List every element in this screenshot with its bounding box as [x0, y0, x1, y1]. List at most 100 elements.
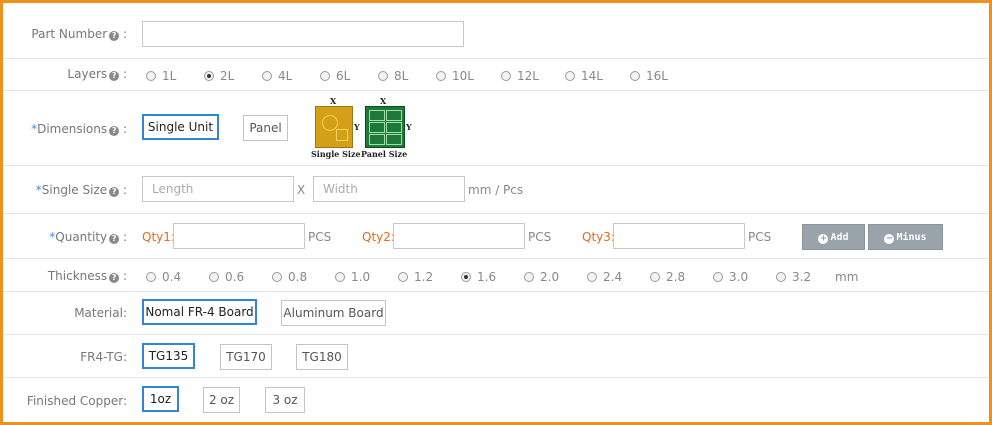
thickness-row: Thickness? : 0.4 0.6 0.8 1.0 1.2 1.6 2.0 2.4 2.8…	[3, 259, 989, 292]
minus-button[interactable]: − Minus	[868, 224, 943, 250]
thickness-radio[interactable]: 2.4	[587, 270, 622, 284]
layer-radio[interactable]: 4L	[262, 69, 292, 83]
thickness-radio-label: 2.4	[603, 270, 623, 284]
radio-circle[interactable]	[262, 71, 272, 81]
layer-radio[interactable]: 1L	[146, 69, 176, 83]
thickness-radio-label: 2.8	[666, 270, 686, 284]
radio-circle[interactable]	[630, 71, 640, 81]
fr4-tg-row: FR4-TG: TG135 TG170 TG180	[3, 335, 989, 378]
thickness-unit: mm	[835, 270, 859, 284]
qty3-input[interactable]	[613, 223, 745, 249]
copper-3oz-option[interactable]: 3 oz	[265, 387, 305, 413]
radio-circle[interactable]	[209, 272, 219, 282]
layer-radio[interactable]: 16L	[630, 69, 668, 83]
layer-radio[interactable]: 6L	[320, 69, 350, 83]
size-separator: X	[297, 183, 306, 197]
layer-radio[interactable]: 12L	[501, 69, 539, 83]
dimensions-single-unit-option[interactable]: Single Unit	[142, 114, 219, 140]
thickness-radio[interactable]: 2.8	[650, 270, 685, 284]
material-aluminum-option[interactable]: Aluminum Board	[281, 300, 386, 326]
qty1-unit: PCS	[308, 230, 332, 244]
single-pcb-shape	[315, 106, 353, 148]
width-input[interactable]: Width	[313, 176, 465, 202]
radio-circle[interactable]	[335, 272, 345, 282]
thickness-radio-label: 0.6	[225, 270, 245, 284]
quantity-label: *Quantity? :	[49, 230, 127, 244]
layer-radio-label: 6L	[336, 69, 351, 83]
thickness-radio[interactable]: 3.0	[713, 270, 748, 284]
thickness-radio[interactable]: 1.2	[398, 270, 433, 284]
copper-1oz-option[interactable]: 1oz	[142, 386, 179, 412]
material-row: Material: Nomal FR-4 Board Aluminum Boar…	[3, 292, 989, 335]
thickness-radio-label: 1.0	[351, 270, 371, 284]
layer-radio-label: 8L	[394, 69, 409, 83]
radio-circle[interactable]	[501, 71, 511, 81]
layer-radio[interactable]: 14L	[565, 69, 603, 83]
qty1-label: Qty1:	[142, 230, 175, 244]
qty2-label: Qty2:	[362, 230, 395, 244]
part-number-input[interactable]	[142, 21, 464, 47]
help-icon[interactable]: ?	[109, 71, 120, 81]
add-button[interactable]: + Add	[802, 224, 865, 250]
radio-circle[interactable]	[524, 272, 534, 282]
radio-circle[interactable]	[146, 71, 156, 81]
thickness-radio[interactable]: 0.8	[272, 270, 307, 284]
layer-radio[interactable]: 8L	[378, 69, 408, 83]
part-number-row: Part Number? :	[3, 3, 989, 59]
thickness-radio[interactable]: 1.6	[461, 270, 496, 284]
radio-circle[interactable]	[146, 272, 156, 282]
thickness-radio[interactable]: 0.6	[209, 270, 244, 284]
thickness-radio[interactable]: 0.4	[146, 270, 181, 284]
radio-circle[interactable]	[272, 272, 282, 282]
panel-pcb-shape	[365, 106, 405, 148]
radio-circle[interactable]	[398, 272, 408, 282]
thickness-radio[interactable]: 2.0	[524, 270, 559, 284]
layer-radio-label: 2L	[220, 69, 235, 83]
single-size-label: *Single Size? :	[35, 183, 127, 197]
thickness-radio-label: 0.8	[288, 270, 308, 284]
radio-circle[interactable]	[461, 272, 471, 282]
tg170-option[interactable]: TG170	[220, 344, 272, 370]
panel-size-image: X Y Panel Size	[361, 96, 412, 159]
radio-circle[interactable]	[320, 71, 330, 81]
qty1-input[interactable]	[173, 223, 305, 249]
radio-circle[interactable]	[565, 71, 575, 81]
help-icon[interactable]: ?	[109, 187, 120, 197]
help-icon[interactable]: ?	[109, 234, 120, 244]
material-fr4-option[interactable]: Nomal FR-4 Board	[142, 299, 257, 325]
tg135-option[interactable]: TG135	[142, 343, 195, 369]
quantity-row: *Quantity? : Qty1: PCS Qty2: PCS Qty3: P…	[3, 214, 989, 259]
help-icon[interactable]: ?	[109, 273, 120, 283]
qty3-unit: PCS	[748, 230, 772, 244]
thickness-radio[interactable]: 1.0	[335, 270, 370, 284]
dimensions-panel-option[interactable]: Panel	[243, 115, 288, 141]
layer-radio[interactable]: 2L	[204, 69, 234, 83]
length-input[interactable]: Length	[142, 176, 294, 202]
tg180-option[interactable]: TG180	[296, 344, 348, 370]
help-icon[interactable]: ?	[109, 126, 120, 136]
layer-radio-label: 4L	[278, 69, 293, 83]
thickness-radio[interactable]: 3.2	[776, 270, 811, 284]
thickness-radio-label: 2.0	[540, 270, 560, 284]
radio-circle[interactable]	[436, 71, 446, 81]
material-label: Material:	[74, 306, 127, 320]
radio-circle[interactable]	[587, 272, 597, 282]
thickness-radio-label: 1.6	[477, 270, 497, 284]
radio-circle[interactable]	[650, 272, 660, 282]
radio-circle[interactable]	[776, 272, 786, 282]
radio-circle[interactable]	[378, 71, 388, 81]
layer-radio-label: 14L	[581, 69, 603, 83]
layer-radio-label: 12L	[517, 69, 539, 83]
layer-radio[interactable]: 10L	[436, 69, 474, 83]
single-size-image: X Y Single Size	[311, 96, 361, 159]
radio-circle[interactable]	[204, 71, 214, 81]
dimensions-row: *Dimensions? : Single Unit Panel X Y Sin…	[3, 91, 989, 166]
thickness-radio-label: 0.4	[162, 270, 182, 284]
copper-2oz-option[interactable]: 2 oz	[203, 387, 240, 413]
thickness-radio-label: 3.2	[792, 270, 812, 284]
finished-copper-row: Finished Copper: 1oz 2 oz 3 oz	[3, 378, 989, 422]
part-number-label: Part Number? :	[31, 27, 127, 41]
help-icon[interactable]: ?	[109, 31, 120, 41]
qty2-input[interactable]	[393, 223, 525, 249]
radio-circle[interactable]	[713, 272, 723, 282]
